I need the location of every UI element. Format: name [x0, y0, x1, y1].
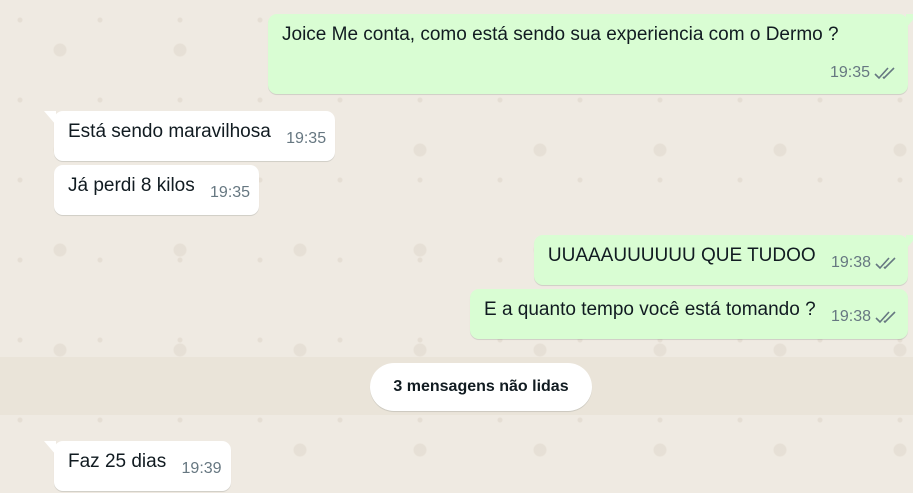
message-time: 19:38	[830, 308, 871, 325]
message-incoming[interactable]: Está sendo maravilhosa 19:35	[44, 111, 336, 161]
message-list[interactable]: Joice Me conta, como está sendo sua expe…	[0, 0, 913, 493]
message-time: 19:35	[286, 130, 327, 147]
unread-messages-badge: 3 mensagens não lidas	[370, 363, 592, 411]
message-time: 19:35	[210, 184, 251, 201]
message-meta: 19:35	[210, 178, 250, 208]
message-incoming[interactable]: Faz 25 dias 19:39	[44, 441, 231, 491]
bubble-tail	[906, 14, 913, 28]
message-text: Já perdi 8 kilos	[68, 175, 195, 196]
message-meta: 19:35	[286, 124, 326, 154]
bubble-tail	[44, 111, 56, 125]
bubble-tail	[906, 235, 913, 249]
message-meta: 19:38	[831, 302, 899, 332]
message-text: Faz 25 dias	[68, 451, 167, 472]
message-text: Está sendo maravilhosa	[68, 121, 271, 142]
message-text: E a quanto tempo você está tomando ?	[484, 299, 816, 320]
message-text: UUAAAUUUUUU QUE TUDOO	[547, 245, 816, 266]
message-time: 19:38	[830, 254, 871, 271]
message-meta: 19:39	[182, 454, 222, 484]
double-check-icon	[874, 67, 895, 80]
message-time: 19:39	[181, 460, 222, 477]
message-time: 19:35	[829, 64, 870, 81]
message-outgoing[interactable]: Joice Me conta, como está sendo sua expe…	[268, 14, 913, 94]
message-meta: 19:35	[830, 58, 898, 88]
message-outgoing[interactable]: E a quanto tempo você está tomando ? 19:…	[470, 289, 908, 339]
message-incoming[interactable]: Já perdi 8 kilos 19:35	[54, 165, 260, 215]
double-check-icon	[875, 257, 896, 270]
message-outgoing[interactable]: UUAAAUUUUUU QUE TUDOO 19:38	[533, 235, 913, 285]
double-check-icon	[875, 311, 896, 324]
message-meta: 19:38	[831, 248, 899, 278]
message-text: Joice Me conta, como está sendo sua expe…	[282, 24, 839, 45]
bubble-tail	[44, 441, 56, 455]
